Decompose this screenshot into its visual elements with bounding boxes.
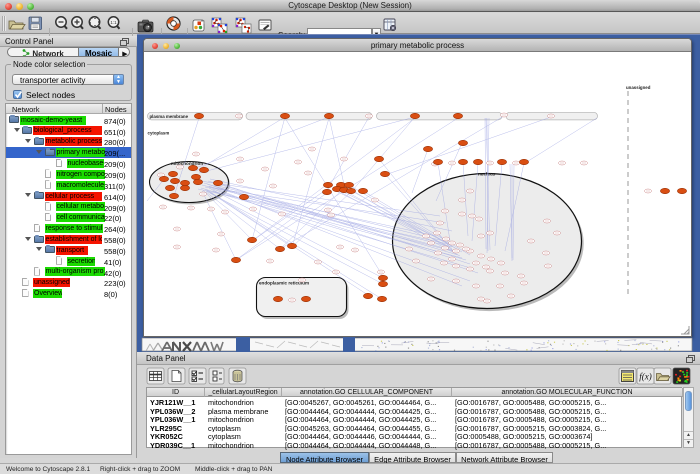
svg-text:cytoplasm: cytoplasm xyxy=(148,131,170,136)
svg-text:mitochondrion: mitochondrion xyxy=(171,161,203,166)
svg-text:nucleus: nucleus xyxy=(478,172,496,177)
svg-text:plasma membrane: plasma membrane xyxy=(150,114,189,119)
svg-text:1:1: 1:1 xyxy=(110,20,117,25)
svg-text:unassigned: unassigned xyxy=(626,85,651,90)
svg-text:f(x): f(x) xyxy=(639,372,652,382)
